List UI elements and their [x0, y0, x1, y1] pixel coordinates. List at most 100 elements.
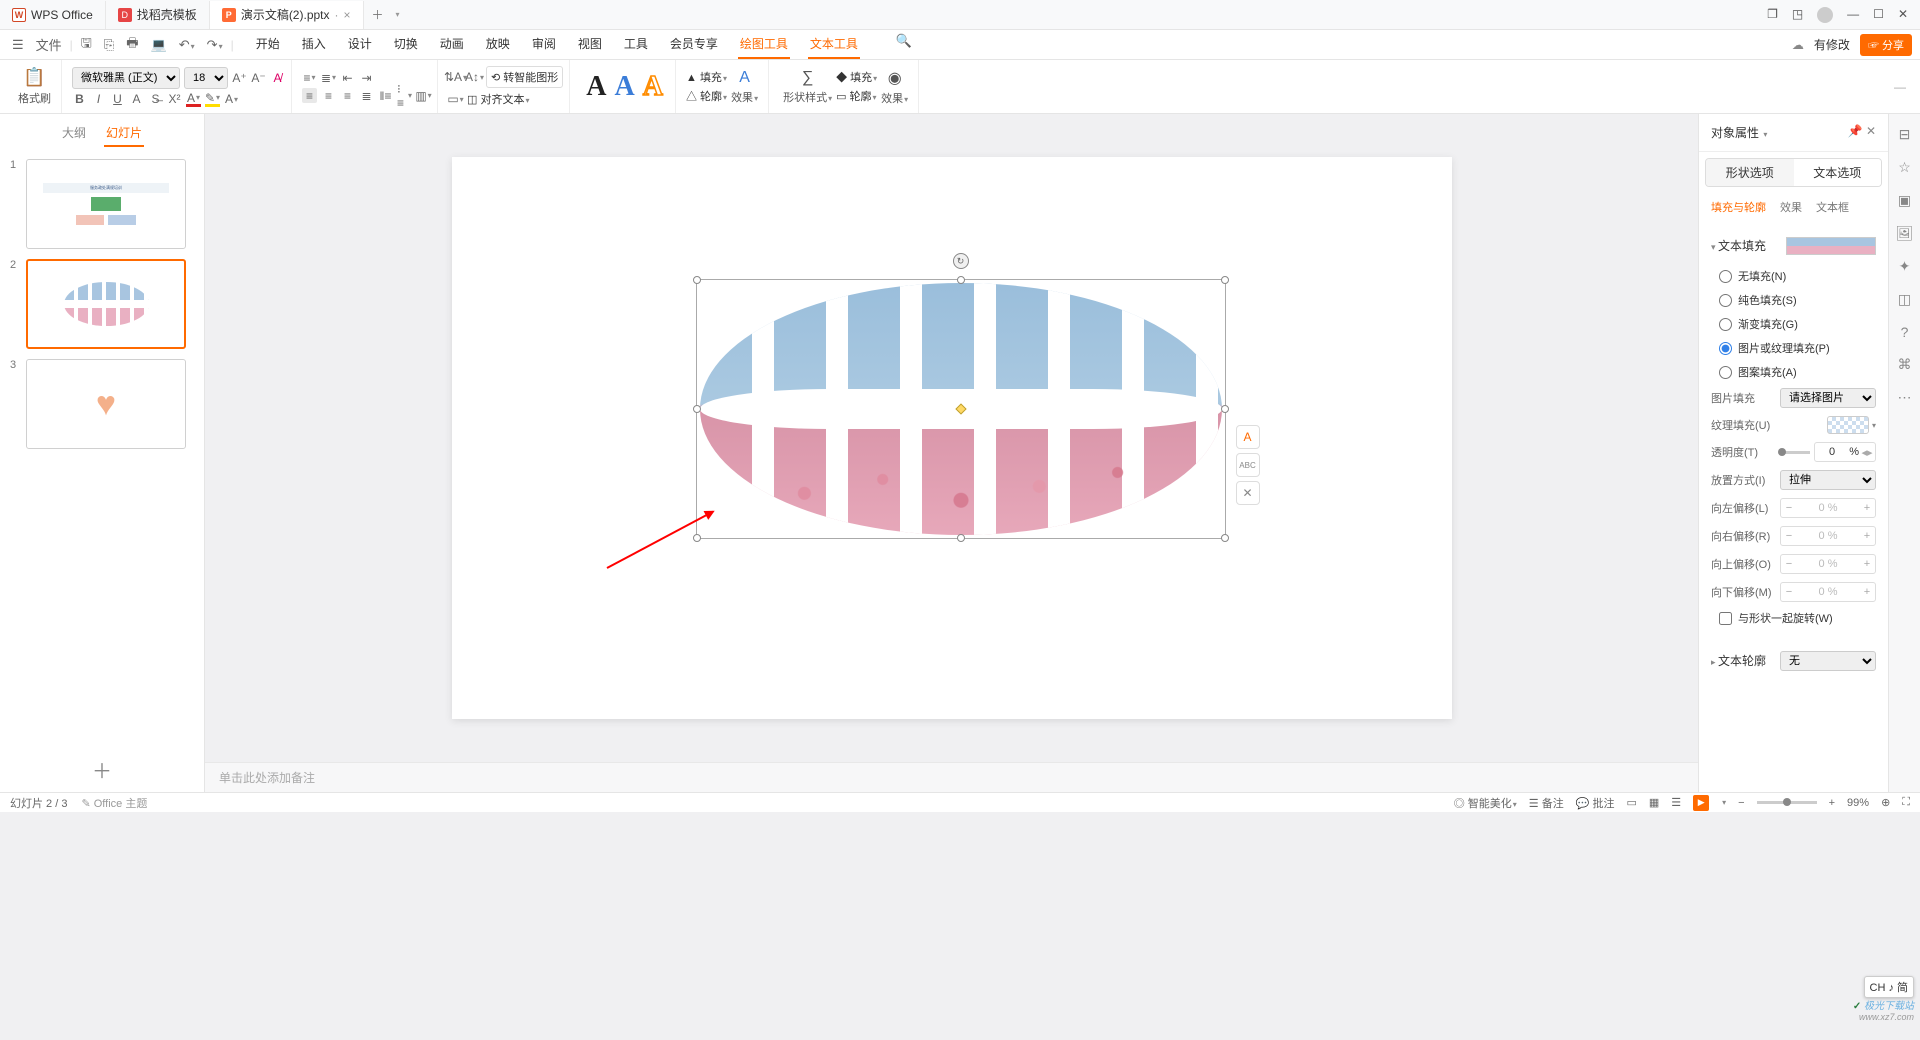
side-settings-icon[interactable]: ⊟	[1899, 126, 1911, 143]
close-tab-icon[interactable]: ×	[344, 8, 351, 22]
tab-member[interactable]: 会员专享	[668, 30, 720, 59]
tab-drawing-tools[interactable]: 绘图工具	[738, 30, 790, 59]
indent-dec-icon[interactable]: ⇤	[340, 70, 355, 85]
resize-handle-n[interactable]	[957, 276, 965, 284]
section-text-outline[interactable]: 文本轮廓	[1711, 646, 1766, 675]
tab-document[interactable]: P演示文稿(2).pptx·×	[210, 1, 364, 29]
undo-icon[interactable]: ↶▾	[175, 34, 199, 56]
view-reading-icon[interactable]: ☰	[1671, 796, 1681, 809]
side-layers-icon[interactable]: ▣	[1898, 192, 1911, 209]
rotate-with-shape-checkbox[interactable]	[1719, 612, 1732, 625]
tab-text-tools[interactable]: 文本工具	[808, 30, 860, 59]
new-tab-button[interactable]: ＋	[364, 6, 392, 23]
resize-handle-nw[interactable]	[693, 276, 701, 284]
hamburger-icon[interactable]: ☰	[8, 34, 28, 56]
tab-insert[interactable]: 插入	[300, 30, 328, 59]
picture-fill-select[interactable]: 请选择图片	[1780, 388, 1876, 408]
zoom-out-icon[interactable]: −	[1738, 797, 1744, 809]
ime-badge[interactable]: CH ♪ 简	[1864, 976, 1915, 998]
shrink-font-icon[interactable]: A⁻	[251, 70, 266, 85]
sec-fill-outline[interactable]: 填充与轮廓	[1711, 199, 1766, 215]
resize-handle-s[interactable]	[957, 534, 965, 542]
critique-button[interactable]: 💬 批注	[1576, 795, 1615, 811]
zoom-slider[interactable]	[1757, 801, 1817, 804]
panel-tab-slides[interactable]: 幻灯片	[104, 120, 144, 147]
text-direction-icon[interactable]: ⇅A▾	[448, 70, 463, 85]
close-window-icon[interactable]: ✕	[1898, 7, 1908, 23]
clear-format-icon[interactable]: A̸	[270, 70, 285, 85]
print-icon[interactable]: 🖶	[122, 31, 142, 59]
font-name-select[interactable]: 微软雅黑 (正文)	[72, 67, 180, 89]
align-left-icon[interactable]: ≡	[302, 88, 317, 103]
view-normal-icon[interactable]: ▭	[1626, 796, 1636, 809]
tab-start[interactable]: 开始	[254, 30, 282, 59]
panel-tab-outline[interactable]: 大纲	[60, 120, 88, 147]
side-image-icon[interactable]: 🖼	[1896, 225, 1914, 242]
text-box-icon[interactable]: ▭▾	[448, 92, 463, 107]
shape-effect-button[interactable]: ◉效果▾	[877, 68, 912, 106]
tab-text-options[interactable]: 文本选项	[1794, 159, 1882, 186]
cloud-icon[interactable]: ☁	[1792, 38, 1804, 52]
grow-font-icon[interactable]: A⁺	[232, 70, 247, 85]
line-spacing-icon[interactable]: ‖≡	[378, 88, 393, 103]
bold-icon[interactable]: B	[72, 92, 87, 107]
italic-icon[interactable]: I	[91, 92, 106, 107]
side-more-icon[interactable]: ⋯	[1898, 389, 1912, 406]
add-slide-button[interactable]: ＋	[0, 747, 204, 792]
align-text-button[interactable]: ◫ 对齐文本▾	[467, 91, 529, 107]
float-abc-icon[interactable]: ABC	[1236, 453, 1260, 477]
fill-preview[interactable]	[1786, 237, 1876, 255]
tab-design[interactable]: 设计	[346, 30, 374, 59]
tab-slideshow[interactable]: 放映	[484, 30, 512, 59]
shape-style-button[interactable]: ∑形状样式▾	[779, 69, 836, 105]
opacity-input[interactable]: 0%◂▸	[1814, 442, 1876, 462]
section-text-fill[interactable]: 文本填充	[1711, 231, 1766, 260]
search-icon[interactable]: 🔍	[892, 30, 916, 59]
more-font-icon[interactable]: A▾	[224, 92, 239, 107]
align-center-icon[interactable]: ≡	[321, 88, 336, 103]
radio-no-fill[interactable]	[1719, 270, 1732, 283]
spacing-icon[interactable]: ⁝≡▾	[397, 88, 412, 103]
resize-handle-ne[interactable]	[1221, 276, 1229, 284]
zoom-in-icon[interactable]: +	[1829, 797, 1835, 809]
text-effect-button[interactable]: A效果▾	[727, 69, 762, 105]
font-effect-icon[interactable]: A	[129, 92, 144, 107]
opacity-slider[interactable]	[1780, 451, 1810, 454]
share-button[interactable]: ☞ 分享	[1860, 34, 1912, 56]
bullets-icon[interactable]: ≡▾	[302, 70, 317, 85]
file-menu[interactable]: 文件	[32, 32, 66, 57]
side-magic-icon[interactable]: ✦	[1899, 258, 1911, 275]
strike-icon[interactable]: S̶	[148, 92, 163, 107]
resize-handle-se[interactable]	[1221, 534, 1229, 542]
selection-box[interactable]: ↻ A ABC ✕	[696, 279, 1226, 539]
theme-label[interactable]: ✎ Office 主题	[81, 795, 147, 811]
radio-picture-fill[interactable]	[1719, 342, 1732, 355]
zoom-value[interactable]: 99%	[1847, 797, 1869, 809]
fit-icon[interactable]: ⊕	[1881, 796, 1890, 809]
font-size-select[interactable]: 18	[184, 67, 228, 89]
minimize-icon[interactable]: —	[1847, 7, 1859, 23]
preview-icon[interactable]: 💻	[147, 34, 171, 56]
maximize-icon[interactable]: ☐	[1873, 7, 1884, 23]
radio-gradient-fill[interactable]	[1719, 318, 1732, 331]
tab-wps[interactable]: WWPS Office	[0, 1, 106, 29]
avatar-icon[interactable]	[1817, 7, 1833, 23]
side-help-icon[interactable]: ?	[1901, 324, 1909, 340]
font-color-icon[interactable]: A▾	[186, 92, 201, 107]
superscript-icon[interactable]: X²	[167, 92, 182, 107]
underline-icon[interactable]: U	[110, 92, 125, 107]
view-sorter-icon[interactable]: ▦	[1649, 796, 1659, 809]
thumbnail-2[interactable]	[26, 259, 186, 349]
numbering-icon[interactable]: ≣▾	[321, 70, 336, 85]
ribbon-collapse-icon[interactable]: —	[1888, 80, 1912, 94]
resize-handle-w[interactable]	[693, 405, 701, 413]
pin-icon[interactable]: 📌	[1848, 124, 1863, 138]
vertical-align-icon[interactable]: A↕▾	[467, 70, 482, 85]
slideshow-button[interactable]: ▶	[1693, 795, 1709, 811]
window-copy-icon[interactable]: ❐	[1767, 7, 1778, 23]
slide-canvas[interactable]: ↻ A ABC ✕	[452, 157, 1452, 719]
ai-beautify-button[interactable]: ◎ 智能美化▾	[1454, 795, 1517, 811]
indent-inc-icon[interactable]: ⇥	[359, 70, 374, 85]
tab-template[interactable]: D找稻壳模板	[106, 1, 210, 29]
text-outline-button[interactable]: △ 轮廓▾	[686, 88, 727, 104]
